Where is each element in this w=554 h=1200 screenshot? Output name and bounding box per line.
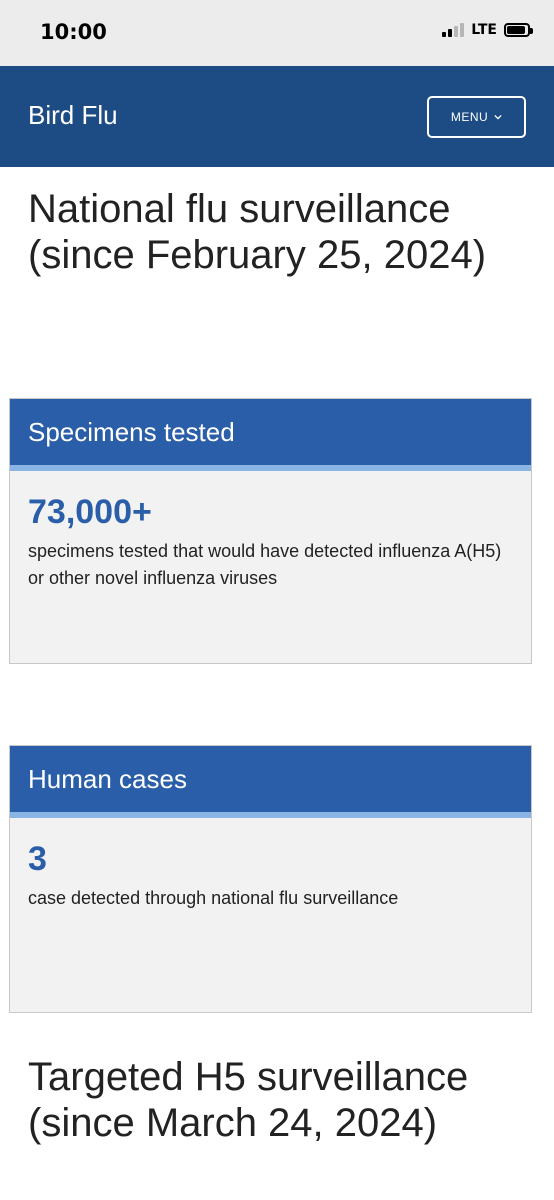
menu-button[interactable]: MENU [427, 96, 526, 138]
card-title: Specimens tested [28, 417, 235, 447]
status-time: 10:00 [40, 20, 107, 44]
menu-label: MENU [450, 110, 489, 124]
card-body: 3 case detected through national flu sur… [10, 840, 531, 912]
card-body: 73,000+ specimens tested that would have… [10, 493, 531, 592]
battery-icon [504, 23, 533, 37]
signal-icon [442, 23, 465, 37]
card-value: 3 [28, 840, 47, 878]
card-description: specimens tested that would have detecte… [28, 541, 502, 588]
card-title: Human cases [28, 764, 187, 794]
status-indicators: LTE [442, 22, 533, 38]
card-value: 73,000+ [28, 493, 152, 531]
card-header: Specimens tested [10, 399, 531, 471]
site-header: Bird Flu MENU [0, 66, 554, 167]
card-header: Human cases [10, 746, 531, 818]
site-title[interactable]: Bird Flu [28, 100, 118, 131]
human-cases-card: Human cases 3 case detected through nati… [9, 745, 532, 1013]
section-heading-national: National flu surveillance (since Februar… [28, 187, 487, 277]
specimens-tested-card: Specimens tested 73,000+ specimens teste… [9, 398, 532, 664]
status-bar: 10:00 LTE [0, 0, 554, 66]
section-heading-targeted: Targeted H5 surveillance (since March 24… [28, 1055, 469, 1145]
network-type: LTE [471, 22, 497, 38]
card-description: case detected through national flu surve… [28, 888, 399, 908]
chevron-down-icon [494, 114, 502, 120]
